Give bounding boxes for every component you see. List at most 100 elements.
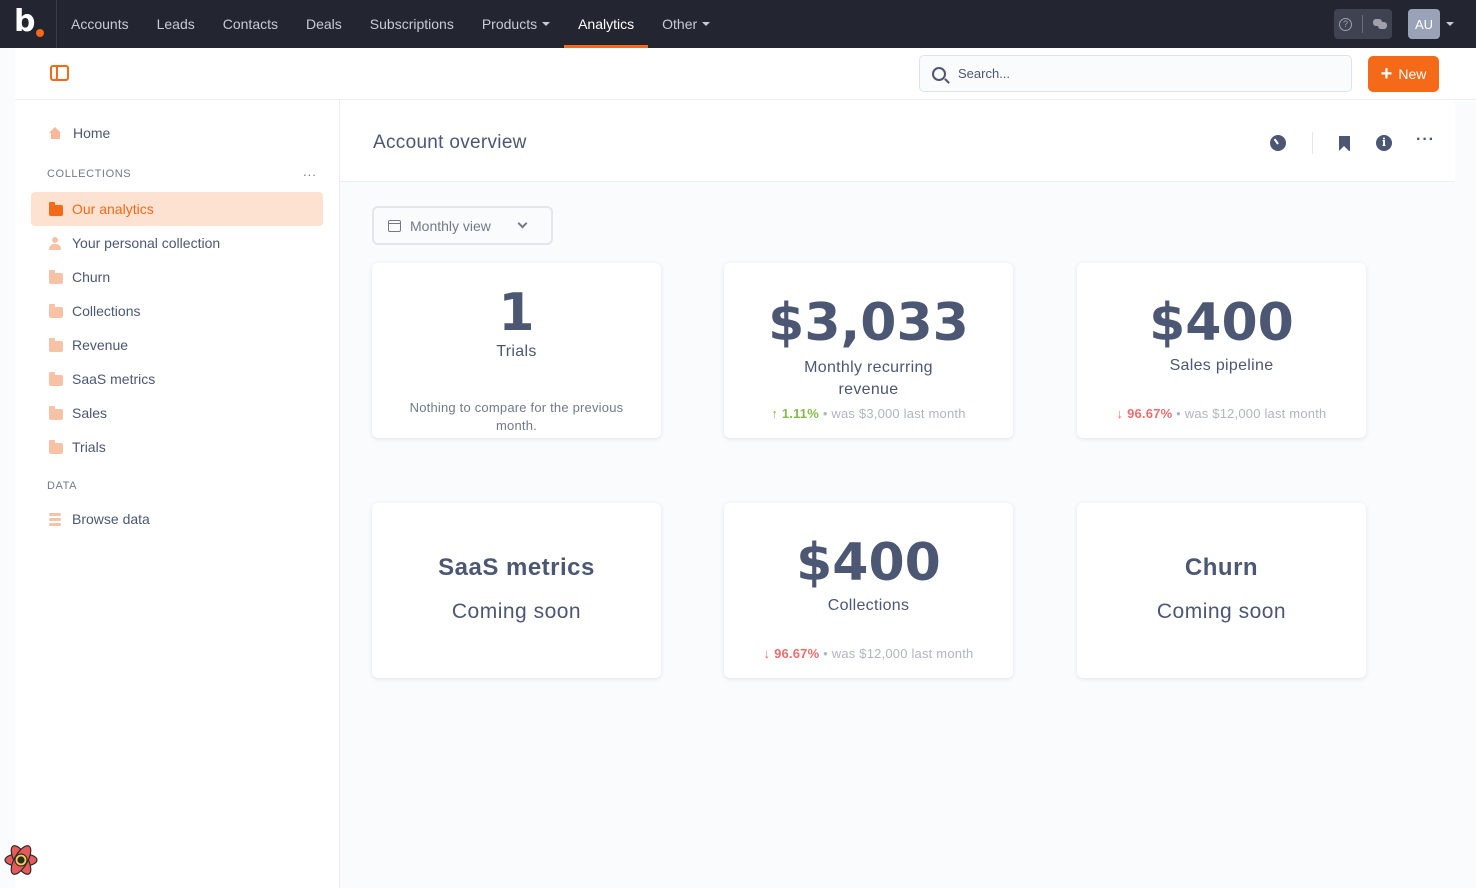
sidebar-item-label: Your personal collection (72, 235, 221, 251)
avatar[interactable]: AU (1408, 9, 1440, 39)
history-icon[interactable] (1270, 135, 1287, 151)
logo-dot (36, 29, 44, 37)
divider (1362, 15, 1363, 33)
sidebar-item-sales[interactable]: Sales (31, 396, 323, 430)
sidebar-item-label: Our analytics (72, 201, 154, 217)
nav-item-leads[interactable]: Leads (143, 0, 209, 48)
info-icon[interactable]: i (1376, 135, 1393, 151)
new-button[interactable]: + New (1368, 56, 1439, 92)
comparison-row: ↓ 96.67% • was $12,000 last month (1077, 406, 1366, 421)
sidebar-item-label: Sales (72, 405, 108, 421)
sidebar-toggle-icon[interactable] (50, 65, 69, 81)
card-subtitle: Coming soon (451, 600, 582, 623)
data-heading: DATA (47, 480, 78, 492)
search-box[interactable] (919, 55, 1352, 92)
calendar-icon (388, 219, 401, 232)
comparison-row: ↑ 1.11% • was $3,000 last month (724, 406, 1013, 421)
card-subtitle: Coming soon (1156, 600, 1287, 623)
search-icon (932, 66, 946, 81)
nav-item-label: Accounts (71, 16, 129, 32)
saas-metrics-card[interactable]: SaaS metrics Coming soon (372, 503, 661, 678)
sidebar-item-home[interactable]: Home (31, 116, 323, 150)
home-icon (49, 127, 62, 139)
nav-item-deals[interactable]: Deals (292, 0, 356, 48)
chat-icon[interactable] (1373, 19, 1387, 29)
sidebar-item-collections[interactable]: Collections (31, 294, 323, 328)
nav-item-label: Deals (306, 16, 342, 32)
sidebar-item-revenue[interactable]: Revenue (31, 328, 323, 362)
sidebar-item-churn[interactable]: Churn (31, 260, 323, 294)
folder-icon (49, 337, 63, 352)
left-gutter (0, 48, 15, 888)
sidebar-item-browse-data[interactable]: Browse data (31, 502, 323, 536)
sidebar-item-personal-collection[interactable]: Your personal collection (31, 226, 323, 260)
folder-icon (49, 405, 63, 420)
card-label: Collections (827, 597, 910, 614)
nav-item-contacts[interactable]: Contacts (209, 0, 292, 48)
page-header-actions: i ··· (1270, 132, 1435, 154)
nav-item-analytics[interactable]: Analytics (564, 0, 649, 48)
divider (1312, 132, 1314, 154)
caret-down-icon[interactable] (1446, 22, 1454, 26)
plus-icon: + (1380, 63, 1393, 85)
nav-item-accounts[interactable]: Accounts (57, 0, 143, 48)
card-label-line: Monthly recurring (804, 359, 933, 376)
sidebar-item-label: Browse data (72, 511, 150, 527)
database-icon (49, 512, 61, 526)
nav-right-controls: ? AU (1334, 0, 1476, 48)
collections-more-icon[interactable]: ... (303, 164, 317, 179)
comparison-note: Nothing to compare for the previous mont… (409, 400, 624, 433)
mrr-card[interactable]: $3,033 Monthly recurring revenue ↑ 1.11%… (724, 263, 1013, 438)
sidebar-item-saas-metrics[interactable]: SaaS metrics (31, 362, 323, 396)
nav-item-label: Products (481, 16, 538, 32)
nav-item-label: Subscriptions (369, 16, 454, 32)
brand-logo[interactable]: b (0, 0, 57, 48)
collections-card[interactable]: $400 Collections ↓ 96.67% • was $12,000 … (724, 503, 1013, 678)
sidebar-item-label: Revenue (72, 337, 129, 353)
bookmark-icon[interactable] (1339, 135, 1351, 151)
folder-icon (49, 201, 63, 216)
person-icon (49, 236, 61, 250)
nav-item-label: Other (662, 16, 698, 32)
nav-item-other[interactable]: Other (648, 0, 724, 48)
sub-header: + New (15, 48, 1476, 100)
sidebar-item-label: SaaS metrics (72, 371, 156, 387)
card-label: Sales pipeline (1169, 357, 1274, 374)
filter-label: Monthly view (410, 217, 491, 234)
comparison-row: ↓ 96.67% • was $12,000 last month (724, 646, 1013, 661)
main-content: Account overview i ··· Monthly view 1 Tr… (340, 100, 1455, 888)
arrow-down-icon: ↓ (1116, 406, 1124, 421)
arrow-down-icon: ↓ (763, 646, 771, 661)
folder-icon (49, 371, 63, 386)
nav-item-label: Contacts (222, 16, 278, 32)
previous-value: • was $12,000 last month (823, 646, 974, 661)
sales-pipeline-card[interactable]: $400 Sales pipeline ↓ 96.67% • was $12,0… (1077, 263, 1366, 438)
card-label-line: revenue (838, 381, 899, 398)
folder-icon (49, 269, 63, 284)
nav-item-products[interactable]: Products (468, 0, 564, 48)
caret-down-icon (702, 22, 711, 26)
sidebar-item-our-analytics[interactable]: Our analytics (31, 192, 323, 226)
churn-card[interactable]: Churn Coming soon (1077, 503, 1366, 678)
monthly-view-filter[interactable]: Monthly view (372, 206, 553, 245)
help-chat-group: ? (1334, 9, 1392, 39)
delta-percent: 1.11% (781, 406, 819, 421)
collections-heading: COLLECTIONS (47, 168, 132, 180)
more-options-icon[interactable]: ··· (1416, 132, 1435, 148)
avatar-initials: AU (1414, 16, 1434, 32)
search-input[interactable] (958, 66, 1318, 81)
delta-percent: 96.67% (774, 646, 820, 661)
sidebar-item-label: Churn (72, 269, 111, 285)
trials-card[interactable]: 1 Trials Nothing to compare for the prev… (372, 263, 661, 438)
help-icon[interactable]: ? (1339, 17, 1352, 31)
react-devtools-icon[interactable] (2, 841, 40, 879)
logo-letter: b (14, 4, 36, 39)
new-button-label: New (1398, 66, 1427, 82)
arrow-up-icon: ↑ (771, 406, 779, 421)
sidebar-item-trials[interactable]: Trials (31, 430, 323, 464)
sidebar-item-label: Collections (72, 303, 141, 319)
card-title: SaaS metrics (438, 554, 595, 581)
previous-value: • was $3,000 last month (822, 406, 966, 421)
delta-percent: 96.67% (1127, 406, 1173, 421)
nav-item-subscriptions[interactable]: Subscriptions (356, 0, 468, 48)
